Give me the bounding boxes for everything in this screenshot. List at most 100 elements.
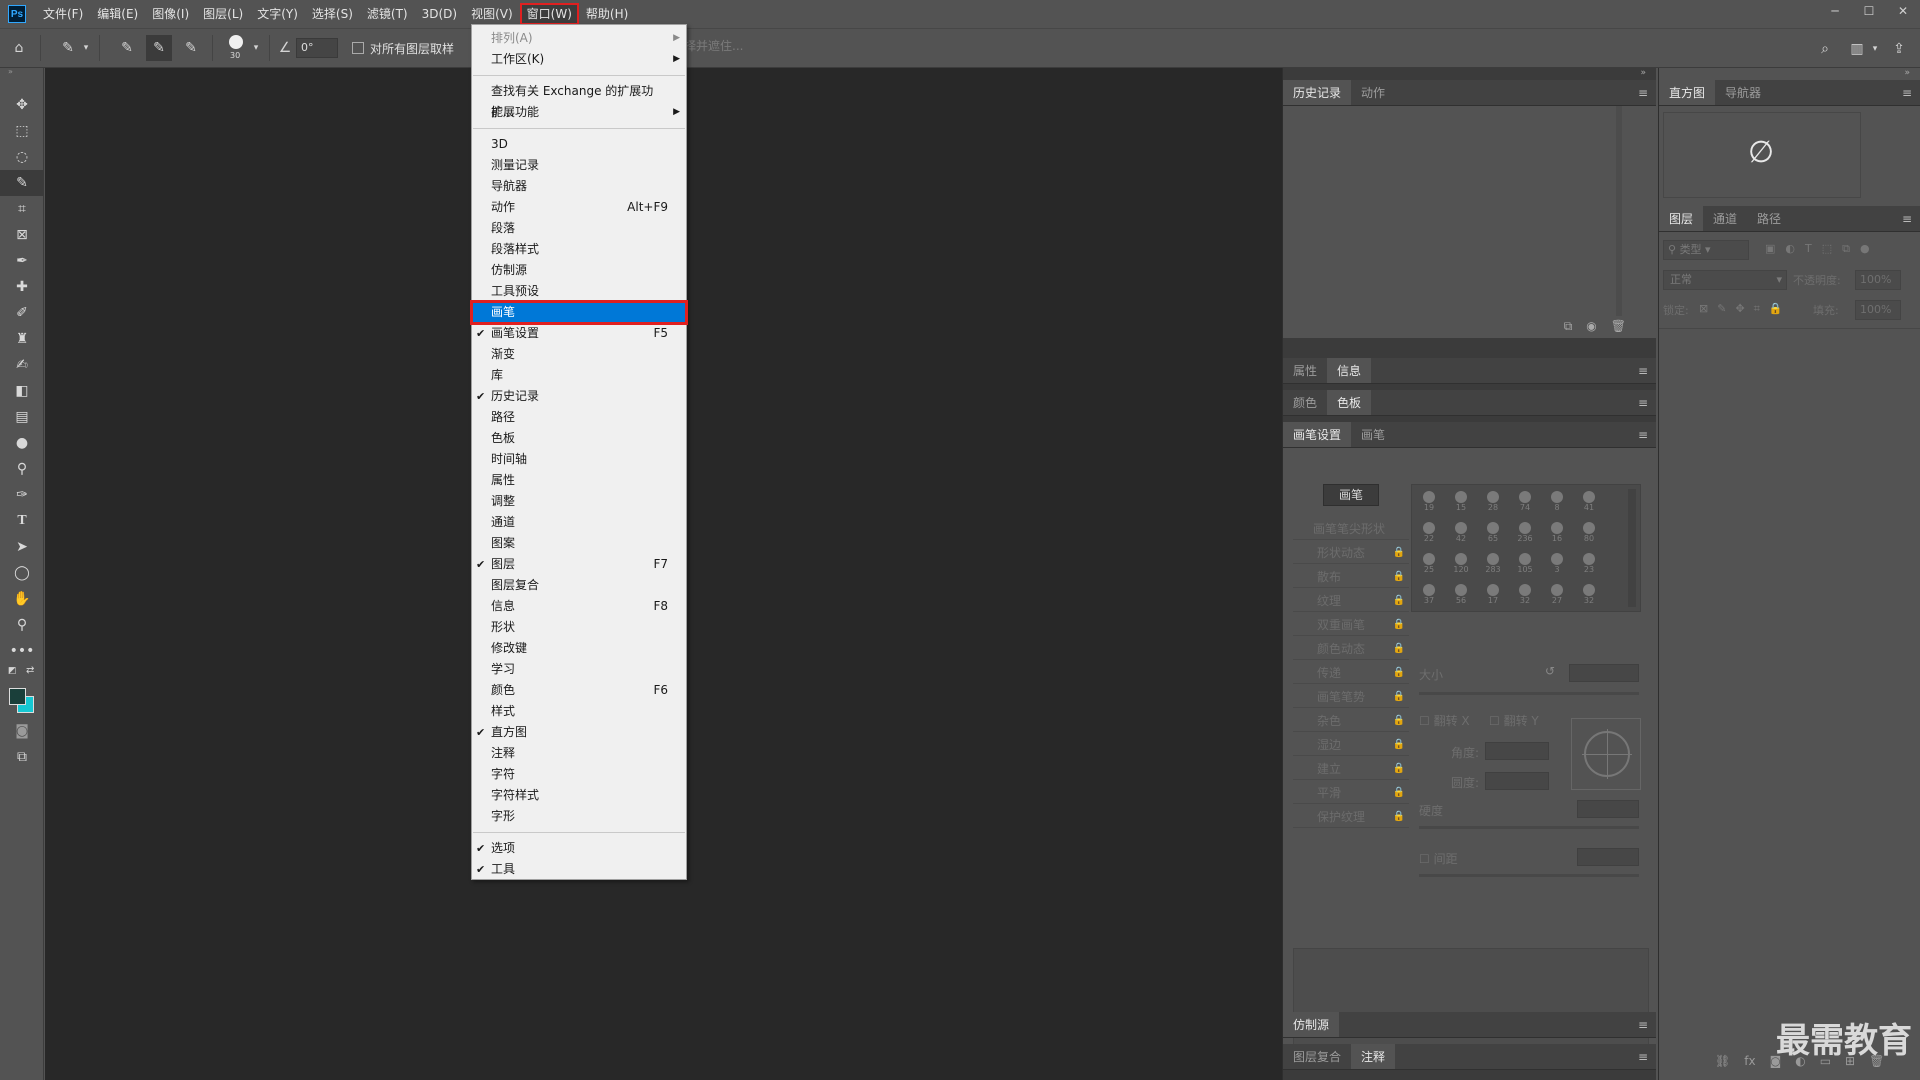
menu-item-items-20[interactable]: ✔ 图层 F7 (472, 554, 686, 575)
new-selection-icon[interactable]: ✎ (114, 35, 140, 61)
lock-icon[interactable]: 🔒 (1393, 734, 1405, 756)
brush-preset[interactable]: 120 (1446, 549, 1476, 579)
hand-tool-icon[interactable]: ✋ (0, 586, 44, 612)
lock-icon[interactable]: 🔒 (1393, 566, 1405, 588)
close-icon[interactable]: ✕ (1886, 0, 1920, 22)
fill-input[interactable]: 100% (1855, 300, 1901, 320)
eyedropper-tool-icon[interactable]: ✒ (0, 248, 44, 274)
menu-item-items-12[interactable]: ✔ 历史记录 (472, 386, 686, 407)
hardness-input[interactable] (1577, 800, 1639, 818)
brush-option-transfer[interactable]: 传递 🔒 (1293, 662, 1409, 684)
sample-all-layers-checkbox[interactable] (352, 42, 364, 54)
menu-edit[interactable]: 编辑(E) (90, 3, 145, 25)
menu-item-extensions[interactable]: 扩展功能 ▶ (472, 102, 686, 123)
lasso-tool-icon[interactable]: ◌ (0, 144, 44, 170)
select-and-mask-button[interactable]: 择并遮住... (684, 37, 743, 54)
link-icon[interactable]: ⛓ (1715, 1054, 1730, 1068)
lock-icon[interactable]: 🔒 (1393, 806, 1405, 828)
more-tools-icon[interactable]: ••• (0, 638, 44, 664)
image-filter-icon[interactable]: ▣ (1765, 242, 1775, 256)
tab-histogram[interactable]: 直方图 (1659, 80, 1716, 105)
menu-item-items-1[interactable]: 测量记录 (472, 155, 686, 176)
brush-option-texture[interactable]: 纹理 🔒 (1293, 590, 1409, 612)
angle-input[interactable]: 0° (296, 38, 338, 58)
brush-preset[interactable]: 28 (1478, 487, 1508, 517)
chevron-down-icon[interactable]: ▾ (251, 35, 261, 61)
menu-item-items-29[interactable]: 注释 (472, 743, 686, 764)
menu-item-items-16[interactable]: 属性 (472, 470, 686, 491)
brush-preset[interactable]: 15 (1446, 487, 1476, 517)
menu-item-bottom_items-0[interactable]: ✔ 选项 (472, 838, 686, 859)
quick-mask-icon[interactable]: ◙ (0, 718, 44, 744)
menu-item-items-4[interactable]: 段落 (472, 218, 686, 239)
lock-icon[interactable]: 🔒 (1393, 614, 1405, 636)
type-tool-icon[interactable]: T (0, 508, 44, 534)
menu-item-items-22[interactable]: 信息 F8 (472, 596, 686, 617)
scrollbar[interactable] (1616, 106, 1622, 316)
brush-option-scattering[interactable]: 散布 🔒 (1293, 566, 1409, 588)
frame-tool-icon[interactable]: ⊠ (0, 222, 44, 248)
brush-option-brush-pose[interactable]: 画笔笔势 🔒 (1293, 686, 1409, 708)
chevron-down-icon[interactable]: ▾ (1870, 36, 1880, 62)
brush-preset[interactable]: 17 (1478, 580, 1508, 610)
lock-icon[interactable]: 🔒 (1393, 710, 1405, 732)
panel-menu-icon[interactable]: ≡ (1638, 390, 1648, 416)
menu-item-items-8[interactable]: 画笔 (470, 300, 688, 325)
menu-item-items-27[interactable]: 样式 (472, 701, 686, 722)
gradient-tool-icon[interactable]: ▤ (0, 404, 44, 430)
menu-item-exchange[interactable]: 查找有关 Exchange 的扩展功能... (472, 81, 686, 119)
filter-toggle-icon[interactable]: ● (1860, 242, 1870, 256)
brush-preset[interactable]: 105 (1510, 549, 1540, 579)
lock-paint-icon[interactable]: ✎ (1717, 302, 1726, 316)
brush-preset[interactable]: 8 (1542, 487, 1572, 517)
maximize-icon[interactable]: ☐ (1852, 0, 1886, 22)
menu-item-arrange[interactable]: 排列(A) ▶ (472, 28, 686, 49)
opacity-input[interactable]: 100% (1855, 270, 1901, 290)
panel-menu-icon[interactable]: ≡ (1902, 206, 1912, 232)
size-slider[interactable] (1419, 692, 1639, 695)
brush-preset[interactable]: 236 (1510, 518, 1540, 548)
lock-artboard-icon[interactable]: ⌗ (1754, 302, 1760, 316)
lock-icon[interactable]: 🔒 (1393, 542, 1405, 564)
new-document-icon[interactable]: ⧉ (1564, 319, 1573, 334)
brush-preset[interactable]: 32 (1574, 580, 1604, 610)
swap-colors-icon[interactable]: ⇄ (26, 665, 34, 676)
lock-all-icon[interactable]: 🔒 (1769, 302, 1783, 316)
tab-channels[interactable]: 通道 (1703, 206, 1747, 231)
chevron-down-icon[interactable]: ▾ (81, 35, 91, 61)
flip-y-checkbox[interactable]: ☐ 翻转 Y (1489, 712, 1539, 729)
panel-menu-icon[interactable]: ≡ (1638, 80, 1648, 106)
menu-item-items-23[interactable]: 形状 (472, 617, 686, 638)
flip-x-checkbox[interactable]: ☐ 翻转 X (1419, 712, 1470, 729)
layer-filter-select[interactable]: ⚲ 类型 ▾ (1663, 240, 1749, 260)
trash-icon[interactable]: 🗑 (1611, 319, 1626, 334)
brush-preset[interactable]: 3 (1542, 549, 1572, 579)
brushes-button[interactable]: 画笔 (1323, 484, 1379, 506)
tab-properties[interactable]: 属性 (1283, 358, 1327, 383)
brush-angle-preview[interactable] (1571, 718, 1641, 790)
menu-type[interactable]: 文字(Y) (250, 3, 305, 25)
menu-item-items-30[interactable]: 字符 (472, 764, 686, 785)
tab-brushes[interactable]: 画笔 (1351, 422, 1395, 447)
brush-option-color-dynamics[interactable]: 颜色动态 🔒 (1293, 638, 1409, 660)
marquee-tool-icon[interactable]: ⬚ (0, 118, 44, 144)
menu-item-items-19[interactable]: 图案 (472, 533, 686, 554)
lock-icon[interactable]: 🔒 (1393, 782, 1405, 804)
quick-select-tool-icon[interactable]: ✎ (55, 35, 81, 61)
menu-item-items-0[interactable]: 3D (472, 134, 686, 155)
menu-item-items-31[interactable]: 字符样式 (472, 785, 686, 806)
menu-item-bottom_items-1[interactable]: ✔ 工具 (472, 859, 686, 880)
ellipse-tool-icon[interactable]: ◯ (0, 560, 44, 586)
brush-option-shape-dynamics[interactable]: 形状动态 🔒 (1293, 542, 1409, 564)
zoom-tool-icon[interactable]: ⚲ (0, 612, 44, 638)
tab-layers[interactable]: 图层 (1659, 206, 1704, 231)
brush-preset[interactable]: 32 (1510, 580, 1540, 610)
menu-item-items-6[interactable]: 仿制源 (472, 260, 686, 281)
menu-item-items-17[interactable]: 调整 (472, 491, 686, 512)
menu-item-items-2[interactable]: 导航器 (472, 176, 686, 197)
healing-brush-tool-icon[interactable]: ✚ (0, 274, 44, 300)
tab-clone-source[interactable]: 仿制源 (1283, 1012, 1340, 1037)
panel-menu-icon[interactable]: ≡ (1638, 1044, 1648, 1070)
lock-transparent-icon[interactable]: ⊠ (1699, 302, 1708, 316)
blur-tool-icon[interactable]: ● (0, 430, 44, 456)
